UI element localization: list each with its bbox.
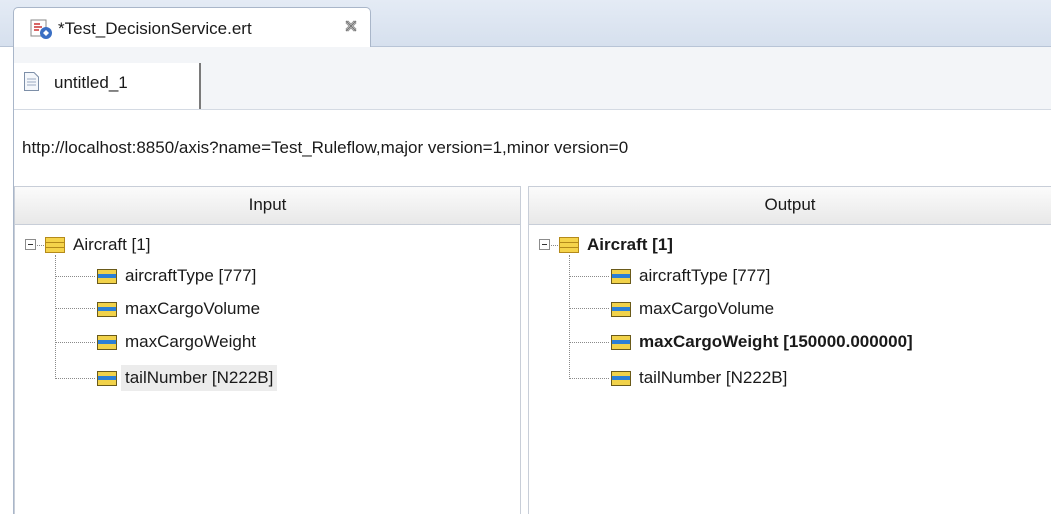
tree-row[interactable]: tailNumber [N222B] bbox=[529, 365, 1029, 391]
tree-row-label: maxCargoWeight [150000.000000] bbox=[639, 332, 913, 351]
attribute-icon bbox=[97, 302, 117, 317]
input-panel: Input Aircraft [1] aircraftType [777] ma… bbox=[14, 186, 521, 514]
tree-row-label: maxCargoWeight bbox=[125, 332, 257, 351]
tree-row-label: aircraftType [777] bbox=[125, 266, 257, 285]
subtab-bar: untitled_1 bbox=[14, 47, 1051, 110]
editor-tab-title: *Test_DecisionService.ert bbox=[58, 19, 252, 38]
tree-row-root[interactable]: Aircraft [1] bbox=[529, 232, 1029, 258]
output-panel: Output Aircraft [1] aircraftType [777] m… bbox=[528, 186, 1051, 514]
service-url: http://localhost:8850/axis?name=Test_Rul… bbox=[22, 138, 629, 157]
entity-icon bbox=[559, 237, 579, 253]
document-icon bbox=[24, 72, 39, 91]
tree-row[interactable]: maxCargoVolume bbox=[15, 296, 415, 322]
attribute-icon bbox=[97, 269, 117, 284]
tree-row-label: tailNumber [N222B] bbox=[121, 365, 278, 391]
collapse-icon[interactable] bbox=[539, 239, 550, 250]
editor-tab[interactable]: *Test_DecisionService.ert bbox=[13, 7, 371, 47]
tree-row[interactable]: maxCargoWeight bbox=[15, 329, 415, 355]
tree-row-label: maxCargoVolume bbox=[639, 299, 775, 318]
tree-row-root[interactable]: Aircraft [1] bbox=[15, 232, 415, 258]
tree-row-label: maxCargoVolume bbox=[125, 299, 261, 318]
entity-icon bbox=[45, 237, 65, 253]
input-panel-header: Input bbox=[15, 186, 520, 225]
tree-row-selected[interactable]: tailNumber [N222B] bbox=[15, 365, 415, 391]
attribute-icon bbox=[611, 335, 631, 350]
attribute-icon bbox=[97, 335, 117, 350]
subtab-untitled[interactable]: untitled_1 bbox=[14, 63, 201, 109]
tree-row-changed[interactable]: maxCargoWeight [150000.000000] bbox=[529, 329, 1044, 355]
subtab-label: untitled_1 bbox=[54, 73, 128, 92]
close-icon[interactable] bbox=[344, 19, 358, 33]
tree-row[interactable]: aircraftType [777] bbox=[529, 263, 1029, 289]
tree-row[interactable]: maxCargoVolume bbox=[529, 296, 1029, 322]
attribute-icon bbox=[611, 371, 631, 386]
collapse-icon[interactable] bbox=[25, 239, 36, 250]
tree-row-label: tailNumber [N222B] bbox=[639, 368, 788, 387]
tree-row-label: Aircraft [1] bbox=[73, 235, 151, 254]
tree-row-label: Aircraft [1] bbox=[587, 235, 673, 254]
attribute-icon bbox=[97, 371, 117, 386]
tree-row[interactable]: aircraftType [777] bbox=[15, 263, 415, 289]
attribute-icon bbox=[611, 269, 631, 284]
decision-service-icon bbox=[30, 19, 52, 39]
tree-row-label: aircraftType [777] bbox=[639, 266, 771, 285]
output-panel-header: Output bbox=[529, 186, 1051, 225]
attribute-icon bbox=[611, 302, 631, 317]
editor-tab-bar: *Test_DecisionService.ert bbox=[0, 0, 1051, 47]
